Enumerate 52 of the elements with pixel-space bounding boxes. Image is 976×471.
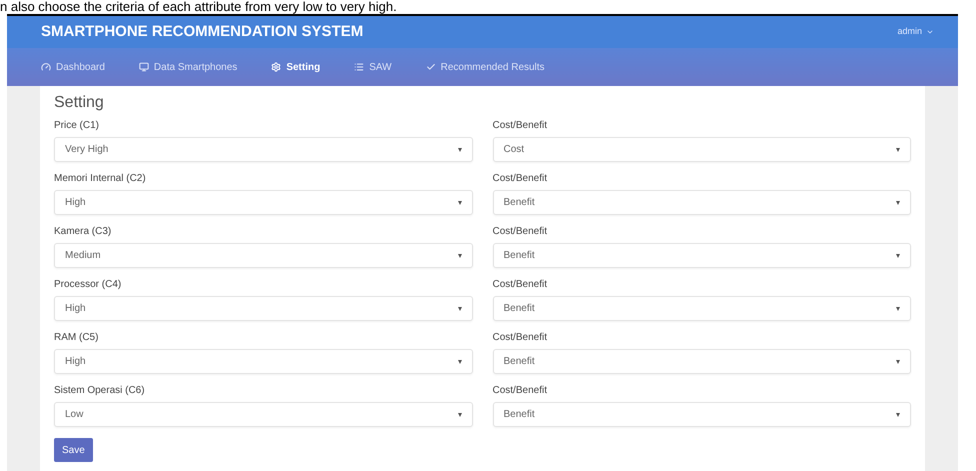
level-select[interactable]: High [54, 296, 472, 321]
field-label: Memori Internal (C2) [54, 172, 146, 186]
level-select[interactable]: High [54, 349, 472, 374]
user-menu[interactable]: admin [897, 25, 934, 39]
caret-icon [458, 412, 462, 416]
level-select[interactable]: Low [54, 402, 472, 427]
caret-icon [458, 360, 462, 364]
save-button[interactable]: Save [54, 438, 93, 462]
caret-icon [896, 306, 900, 310]
caret-icon [458, 200, 462, 204]
caret-icon [458, 254, 462, 258]
list-icon [354, 62, 364, 72]
dashboard-icon [41, 62, 51, 72]
nav-tab[interactable]: SAW [354, 60, 392, 74]
type-select[interactable]: Cost [492, 137, 911, 162]
caret-icon [896, 200, 900, 204]
field-label: Price (C1) [54, 119, 100, 133]
type-select[interactable]: Benefit [492, 296, 911, 321]
nav-tab[interactable]: Setting [271, 60, 320, 74]
level-select[interactable]: Medium [54, 243, 472, 268]
type-select[interactable]: Benefit [492, 349, 911, 374]
field-label: Cost/Benefit [492, 172, 547, 186]
caret-icon [926, 28, 934, 36]
field-label: Cost/Benefit [492, 225, 547, 239]
nav-tab[interactable]: Data Smartphones [138, 60, 238, 74]
type-select[interactable]: Benefit [492, 402, 911, 427]
field-label: Cost/Benefit [492, 384, 547, 398]
level-select[interactable]: High [54, 190, 472, 215]
caret-icon [896, 254, 900, 258]
settings-icon [271, 62, 282, 72]
form-title: Setting [54, 93, 105, 113]
field-label: Cost/Benefit [492, 119, 547, 133]
caret-icon [896, 148, 900, 152]
type-select[interactable]: Benefit [492, 190, 911, 215]
check-icon [426, 62, 436, 72]
field-label: Sistem Operasi (C6) [54, 384, 145, 398]
caption-text: n also choose the criteria of each attribute from very low to very high. [0, 0, 397, 14]
caret-icon [896, 360, 900, 364]
field-label: Processor (C4) [54, 278, 122, 292]
monitor-icon [138, 62, 149, 72]
caret-icon [896, 412, 900, 416]
nav-tab[interactable]: Recommended Results [426, 60, 545, 74]
caret-icon [458, 148, 462, 152]
field-label: Cost/Benefit [492, 331, 547, 345]
nav-tab[interactable]: Dashboard [41, 60, 105, 74]
caret-icon [458, 306, 462, 310]
field-label: Kamera (C3) [54, 225, 112, 239]
type-select[interactable]: Benefit [492, 243, 911, 268]
level-select[interactable]: Very High [54, 137, 472, 162]
field-label: RAM (C5) [54, 331, 98, 345]
app-title: SMARTPHONE RECOMMENDATION SYSTEM [41, 22, 364, 42]
field-label: Cost/Benefit [492, 278, 547, 292]
